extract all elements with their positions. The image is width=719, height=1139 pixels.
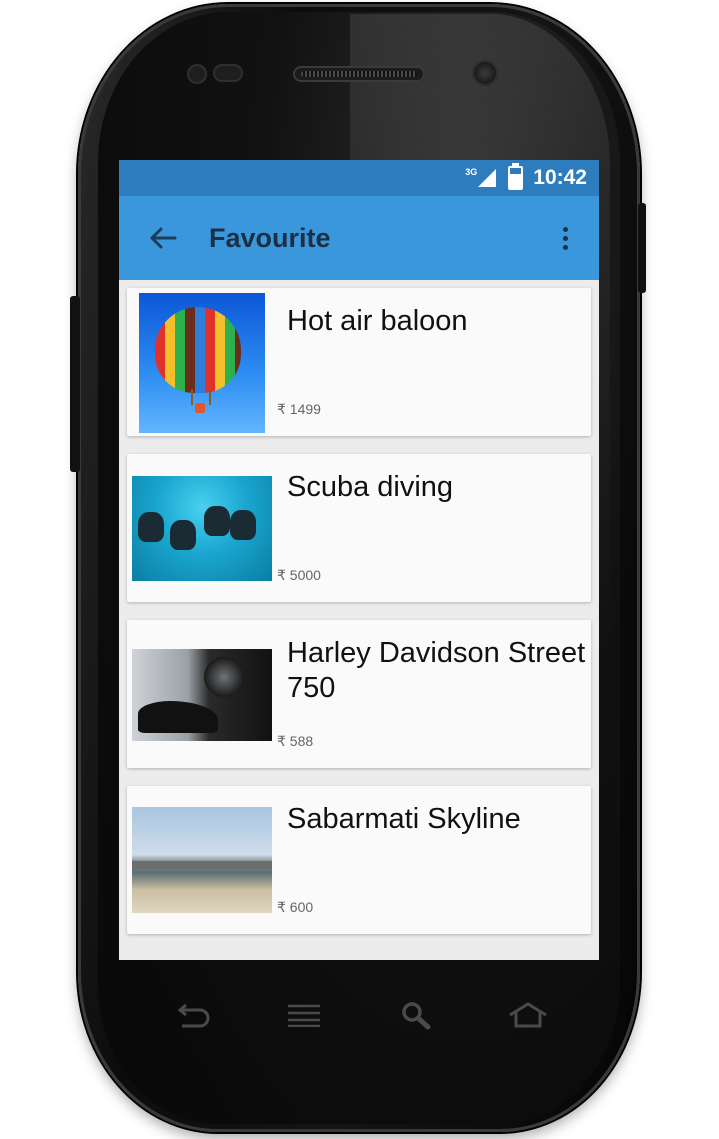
balloon-basket	[195, 403, 205, 413]
status-time: 10:42	[533, 166, 587, 189]
volume-button	[70, 296, 80, 472]
riverfront-zipline-image	[132, 807, 272, 913]
hot-air-balloon-image	[139, 293, 265, 433]
favourite-list: Hot air baloon ₹ 1499 Scuba diving ₹ 500…	[119, 280, 599, 934]
item-title: Hot air baloon	[287, 305, 468, 337]
item-title: Scuba diving	[287, 471, 454, 503]
scuba-divers-image	[132, 476, 272, 581]
balloon-envelope	[155, 307, 241, 393]
diver	[170, 520, 196, 550]
menu-dot	[562, 235, 568, 241]
menu-dot	[562, 226, 568, 232]
list-item[interactable]: Hot air baloon ₹ 1499	[127, 288, 591, 436]
home-glyph	[509, 1002, 547, 1028]
diver	[230, 510, 256, 540]
bike-headlight	[204, 657, 244, 697]
menu-icon[interactable]	[282, 997, 326, 1033]
app-bar: Favourite	[119, 196, 599, 280]
light-sensor	[213, 64, 243, 82]
bridge	[132, 861, 272, 869]
diver	[204, 506, 230, 536]
item-price: ₹ 1499	[277, 401, 321, 417]
motorcycle-image	[132, 649, 272, 741]
item-title: Sabarmati Skyline	[287, 803, 521, 835]
diver	[138, 512, 164, 542]
list-item[interactable]: Sabarmati Skyline ₹ 600	[127, 786, 591, 934]
back-icon[interactable]	[170, 997, 214, 1033]
front-camera	[472, 60, 498, 86]
network-type: 3G	[465, 167, 478, 177]
proximity-sensor	[187, 64, 207, 84]
search-glyph	[402, 1002, 431, 1030]
list-item[interactable]: Harley Davidson Street 750 ₹ 588	[127, 620, 591, 768]
screen: 3G 10:42 Favourite Hot air baloon ₹ 1499	[119, 160, 599, 960]
item-price: ₹ 5000	[277, 567, 321, 583]
list-item[interactable]: Scuba diving ₹ 5000	[127, 454, 591, 602]
home-icon[interactable]	[506, 997, 550, 1033]
signal-icon	[478, 169, 497, 187]
back-glyph	[177, 1003, 210, 1028]
item-price: ₹ 600	[277, 899, 314, 915]
menu-glyph	[288, 1004, 320, 1027]
item-price: ₹ 588	[277, 733, 314, 749]
arrow-back-icon[interactable]	[139, 214, 187, 262]
earpiece-speaker	[293, 66, 425, 82]
battery-icon	[508, 163, 524, 190]
menu-dot	[562, 244, 568, 250]
search-icon[interactable]	[394, 997, 438, 1033]
bike-tank	[138, 701, 218, 733]
arrow-back-glyph	[149, 227, 177, 249]
item-title: Harley Davidson Street 750	[287, 637, 586, 704]
soft-keys	[170, 995, 550, 1035]
power-button	[638, 203, 646, 293]
status-bar: 3G 10:42	[119, 160, 599, 196]
overflow-menu-icon[interactable]	[545, 214, 585, 262]
page-title: Favourite	[209, 222, 331, 253]
